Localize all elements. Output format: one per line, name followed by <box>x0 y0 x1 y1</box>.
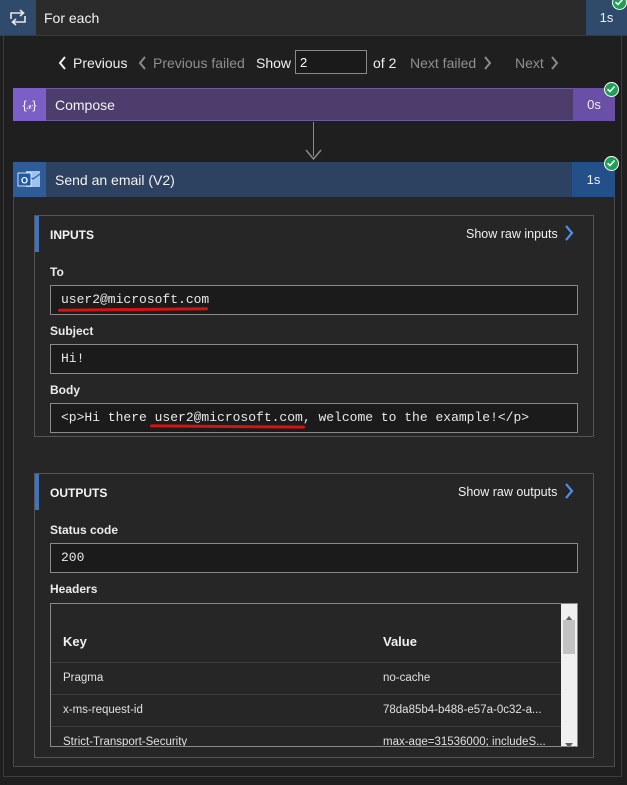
subject-label: Subject <box>50 324 94 338</box>
loop-icon <box>0 0 36 35</box>
scroll-down-icon[interactable] <box>565 736 573 746</box>
table-divider <box>51 694 561 695</box>
headers-table[interactable]: Key Value Pragma no-cache x-ms-request-i… <box>50 603 578 747</box>
scrollbar[interactable] <box>561 604 577 746</box>
iteration-total: of 2 <box>373 55 397 71</box>
table-divider <box>51 726 561 727</box>
chevron-right-icon <box>550 56 559 75</box>
inputs-heading: INPUTS <box>50 228 95 242</box>
outputs-heading: OUTPUTS <box>50 486 108 500</box>
table-cell-key: Strict-Transport-Security <box>63 736 188 747</box>
previous-failed-button[interactable]: Previous failed <box>153 55 245 71</box>
next-failed-button[interactable]: Next failed <box>410 55 476 71</box>
table-cell-value: max-age=31536000; includeS... <box>383 736 546 747</box>
headers-label: Headers <box>50 582 98 596</box>
subject-field[interactable]: Hi! <box>50 344 578 374</box>
chevron-right-icon[interactable] <box>564 483 574 504</box>
table-cell-value: 78da85b4-b488-e57a-0c32-a... <box>383 704 542 716</box>
success-check-icon <box>604 156 619 171</box>
table-header-key: Key <box>63 634 87 649</box>
iteration-input[interactable] <box>295 50 367 74</box>
show-raw-inputs-link[interactable]: Show raw inputs <box>466 227 558 241</box>
previous-button[interactable]: Previous <box>73 55 127 71</box>
svg-text:O: O <box>21 176 28 186</box>
chevron-left-icon <box>138 56 147 75</box>
table-cell-key: x-ms-request-id <box>63 704 143 716</box>
to-label: To <box>50 265 64 279</box>
table-divider <box>51 662 561 663</box>
status-code-label: Status code <box>50 523 119 537</box>
success-check-icon <box>604 82 619 97</box>
send-email-title: Send an email (V2) <box>55 172 175 188</box>
table-cell-value: no-cache <box>383 672 431 684</box>
next-button[interactable]: Next <box>515 55 544 71</box>
show-label: Show <box>256 55 292 71</box>
compose-title: Compose <box>55 97 115 113</box>
chevron-left-icon <box>58 56 67 75</box>
svg-text:{𝓍}: {𝓍} <box>23 98 37 112</box>
body-field[interactable]: <p>Hi there user2@microsoft.com, welcome… <box>50 403 578 433</box>
compose-icon: {𝓍} <box>13 88 46 121</box>
table-cell-key: Pragma <box>63 672 104 684</box>
body-label: Body <box>50 383 80 397</box>
outlook-icon: O <box>13 162 46 197</box>
chevron-right-icon[interactable] <box>564 225 574 246</box>
table-header-value: Value <box>383 634 417 649</box>
show-raw-outputs-link[interactable]: Show raw outputs <box>458 485 557 499</box>
for-each-title: For each <box>44 10 100 26</box>
chevron-right-icon <box>483 56 492 75</box>
scroll-thumb[interactable] <box>563 620 575 654</box>
status-code-field[interactable]: 200 <box>50 543 578 573</box>
